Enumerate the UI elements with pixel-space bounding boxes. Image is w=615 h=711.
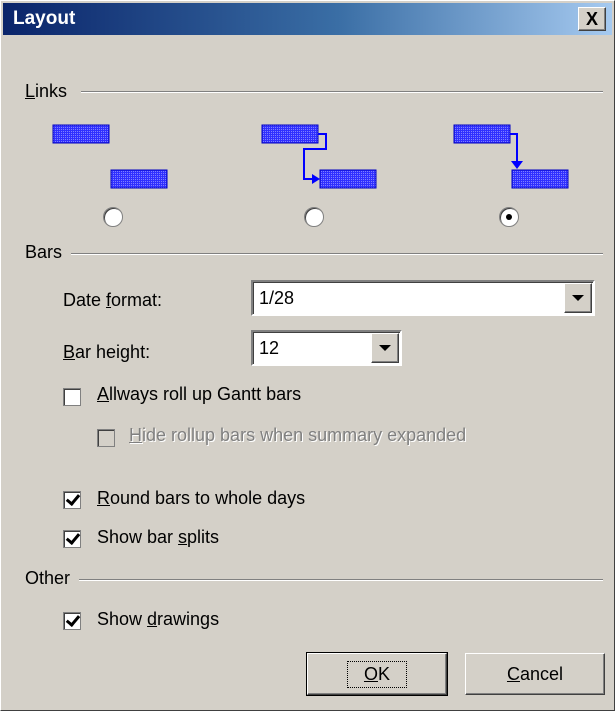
show-drawings-checkbox[interactable] <box>63 612 81 630</box>
bars-group-label: Bars <box>25 242 67 263</box>
cancel-button[interactable]: Cancel <box>465 653 605 695</box>
link-style-radio-elbow[interactable] <box>304 207 324 227</box>
link-style-radio-none[interactable] <box>103 207 123 227</box>
hide-rollup-label: Hide rollup bars when summary expanded <box>129 425 467 445</box>
bar-height-value: 12 <box>259 338 280 358</box>
bar-height-select[interactable]: 12 <box>251 330 402 366</box>
rollup-label: Allways roll up Gantt bars <box>97 384 302 404</box>
bar-splits-label: Show bar splits <box>97 527 220 547</box>
bars-separator <box>71 253 603 255</box>
layout-dialog: Layout X Links Bars Date format: 1/28 Ba… <box>0 0 615 711</box>
no-link-preview <box>52 124 168 189</box>
date-format-value: 1/28 <box>259 288 295 308</box>
down-link-preview <box>453 124 569 189</box>
ok-button-label: OK <box>346 660 408 688</box>
other-separator <box>79 579 603 581</box>
ok-button[interactable]: OK <box>306 652 448 696</box>
show-drawings-label: Show drawings <box>97 609 220 629</box>
round-bars-checkbox[interactable] <box>63 491 81 509</box>
date-format-select[interactable]: 1/28 <box>251 280 595 316</box>
hide-rollup-checkbox[interactable] <box>97 429 115 447</box>
bar-height-label: Bar height: <box>63 342 151 362</box>
other-group-label: Other <box>25 568 75 589</box>
round-bars-label: Round bars to whole days <box>97 488 306 508</box>
date-format-dropdown-icon[interactable] <box>564 283 592 313</box>
elbow-link-preview <box>261 124 377 189</box>
link-style-previews <box>52 124 569 189</box>
bar-splits-checkbox[interactable] <box>63 530 81 548</box>
date-format-label: Date format: <box>63 290 163 310</box>
link-style-radio-down[interactable] <box>499 207 519 227</box>
bar-height-dropdown-icon[interactable] <box>371 333 399 363</box>
cancel-button-label: Cancel <box>506 663 564 684</box>
rollup-checkbox[interactable] <box>63 388 81 406</box>
